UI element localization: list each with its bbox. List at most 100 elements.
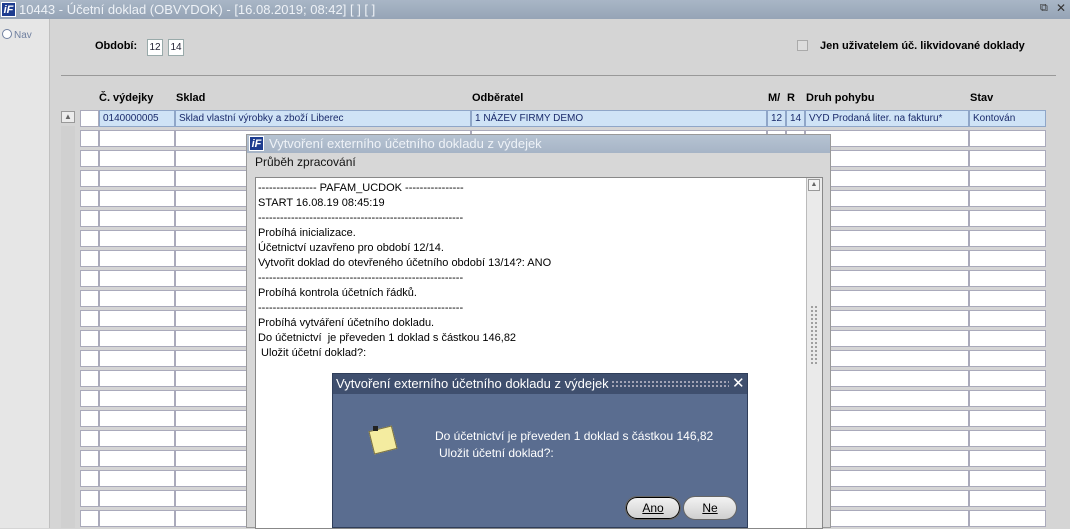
cell-stav[interactable]	[969, 270, 1046, 287]
cell-blank[interactable]	[80, 190, 99, 207]
cell-blank[interactable]	[80, 370, 99, 387]
col-header-r: R	[787, 92, 795, 104]
cell-cislo[interactable]	[99, 230, 175, 247]
cell-stav[interactable]	[969, 490, 1046, 507]
cell-m[interactable]: 12	[767, 110, 786, 127]
cell-stav[interactable]	[969, 250, 1046, 267]
cell-stav[interactable]	[969, 350, 1046, 367]
yes-button[interactable]: Ano	[625, 496, 681, 520]
cell-blank[interactable]	[80, 210, 99, 227]
cell-blank[interactable]	[80, 430, 99, 447]
dialog-titlebar[interactable]: Vytvoření externího účetního dokladu z v…	[333, 374, 747, 394]
log-scroll-grip[interactable]	[810, 305, 818, 365]
cell-cislo[interactable]	[99, 290, 175, 307]
cell-cislo[interactable]	[99, 450, 175, 467]
cell-r[interactable]: 14	[786, 110, 805, 127]
cell-blank[interactable]	[80, 270, 99, 287]
cell-cislo[interactable]	[99, 510, 175, 527]
cell-stav[interactable]: Kontován	[969, 110, 1046, 127]
cell-cislo[interactable]	[99, 250, 175, 267]
app-logo-icon: iF	[1, 2, 16, 17]
no-button[interactable]: Ne	[683, 496, 737, 520]
cell-odberatel[interactable]: 1 NÁZEV FIRMY DEMO	[471, 110, 767, 127]
cell-stav[interactable]	[969, 330, 1046, 347]
log-scroll-up-button[interactable]: ▲	[808, 179, 820, 191]
nav-label: Nav	[14, 30, 32, 41]
cell-stav[interactable]	[969, 150, 1046, 167]
process-window-titlebar[interactable]: iF Vytvoření externího účetního dokladu …	[247, 135, 830, 153]
cell-stav[interactable]	[969, 510, 1046, 527]
cell-stav[interactable]	[969, 170, 1046, 187]
cell-stav[interactable]	[969, 210, 1046, 227]
cell-cislo[interactable]	[99, 390, 175, 407]
cell-blank[interactable]	[80, 350, 99, 367]
cell-stav[interactable]	[969, 390, 1046, 407]
nav-button[interactable]: Nav	[2, 29, 32, 41]
cell-stav[interactable]	[969, 130, 1046, 147]
cell-blank[interactable]	[80, 410, 99, 427]
log-scrollbar[interactable]: ▲	[806, 178, 822, 528]
cell-cislo[interactable]	[99, 490, 175, 507]
cell-cislo[interactable]: 0140000005	[99, 110, 175, 127]
cell-blank[interactable]	[80, 230, 99, 247]
cell-cislo[interactable]	[99, 430, 175, 447]
col-header-odberatel: Odběratel	[472, 92, 524, 104]
cell-stav[interactable]	[969, 370, 1046, 387]
close-icon[interactable]: ✕	[1056, 2, 1068, 14]
period-year-field[interactable]: 14	[168, 39, 184, 56]
cell-stav[interactable]	[969, 190, 1046, 207]
only-user-label: Jen uživatelem úč. likvidované doklady	[820, 40, 1025, 52]
cell-cislo[interactable]	[99, 330, 175, 347]
cell-blank[interactable]	[80, 250, 99, 267]
cell-blank[interactable]	[80, 170, 99, 187]
cell-blank[interactable]	[80, 130, 99, 147]
process-subtitle: Průběh zpracování	[255, 155, 356, 169]
period-month-field[interactable]: 12	[147, 39, 163, 56]
dialog-close-icon[interactable]: ✕	[732, 375, 745, 393]
cell-blank[interactable]	[80, 470, 99, 487]
cell-blank[interactable]	[80, 390, 99, 407]
cell-stav[interactable]	[969, 310, 1046, 327]
process-log-text: ---------------- PAFAM_UCDOK -----------…	[258, 182, 552, 359]
cell-stav[interactable]	[969, 470, 1046, 487]
cell-cislo[interactable]	[99, 170, 175, 187]
cell-cislo[interactable]	[99, 150, 175, 167]
dialog-drag-grip[interactable]	[611, 380, 729, 388]
cell-stav[interactable]	[969, 290, 1046, 307]
cell-cislo[interactable]	[99, 270, 175, 287]
col-header-m: M/	[768, 92, 781, 104]
cell-cislo[interactable]	[99, 370, 175, 387]
cell-cislo[interactable]	[99, 210, 175, 227]
cell-cislo[interactable]	[99, 350, 175, 367]
cell-stav[interactable]	[969, 450, 1046, 467]
row-scrollbar[interactable]	[61, 126, 75, 528]
cell-blank[interactable]	[80, 310, 99, 327]
cell-blank[interactable]	[80, 490, 99, 507]
cell-blank[interactable]	[80, 510, 99, 527]
cell-druh[interactable]: VYD Prodaná liter. na fakturu*	[805, 110, 969, 127]
row-scroll-up-button[interactable]: ▲	[61, 111, 75, 123]
period-label: Období:	[95, 40, 138, 52]
dialog-message-line2: Uložit účetní doklad?:	[439, 446, 554, 460]
cell-cislo[interactable]	[99, 410, 175, 427]
cell-blank[interactable]	[80, 450, 99, 467]
nav-panel: Nav	[0, 19, 50, 528]
cell-cislo[interactable]	[99, 130, 175, 147]
only-user-checkbox[interactable]	[797, 40, 808, 51]
process-window-title: Vytvoření externího účetního dokladu z v…	[269, 136, 542, 151]
restore-window-icon[interactable]: ⧉	[1040, 2, 1052, 14]
cell-blank[interactable]	[80, 110, 99, 127]
cell-stav[interactable]	[969, 430, 1046, 447]
cell-cislo[interactable]	[99, 310, 175, 327]
cell-stav[interactable]	[969, 230, 1046, 247]
cell-sklad[interactable]: Sklad vlastní výrobky a zboží Liberec	[175, 110, 471, 127]
cell-cislo[interactable]	[99, 190, 175, 207]
window-title: 10443 - Účetní doklad (OBVYDOK) - [16.08…	[19, 2, 376, 17]
cell-stav[interactable]	[969, 410, 1046, 427]
confirm-dialog: Vytvoření externího účetního dokladu z v…	[332, 373, 748, 528]
cell-blank[interactable]	[80, 330, 99, 347]
cell-blank[interactable]	[80, 150, 99, 167]
cell-cislo[interactable]	[99, 470, 175, 487]
cell-blank[interactable]	[80, 290, 99, 307]
window-titlebar: iF 10443 - Účetní doklad (OBVYDOK) - [16…	[0, 0, 1070, 19]
